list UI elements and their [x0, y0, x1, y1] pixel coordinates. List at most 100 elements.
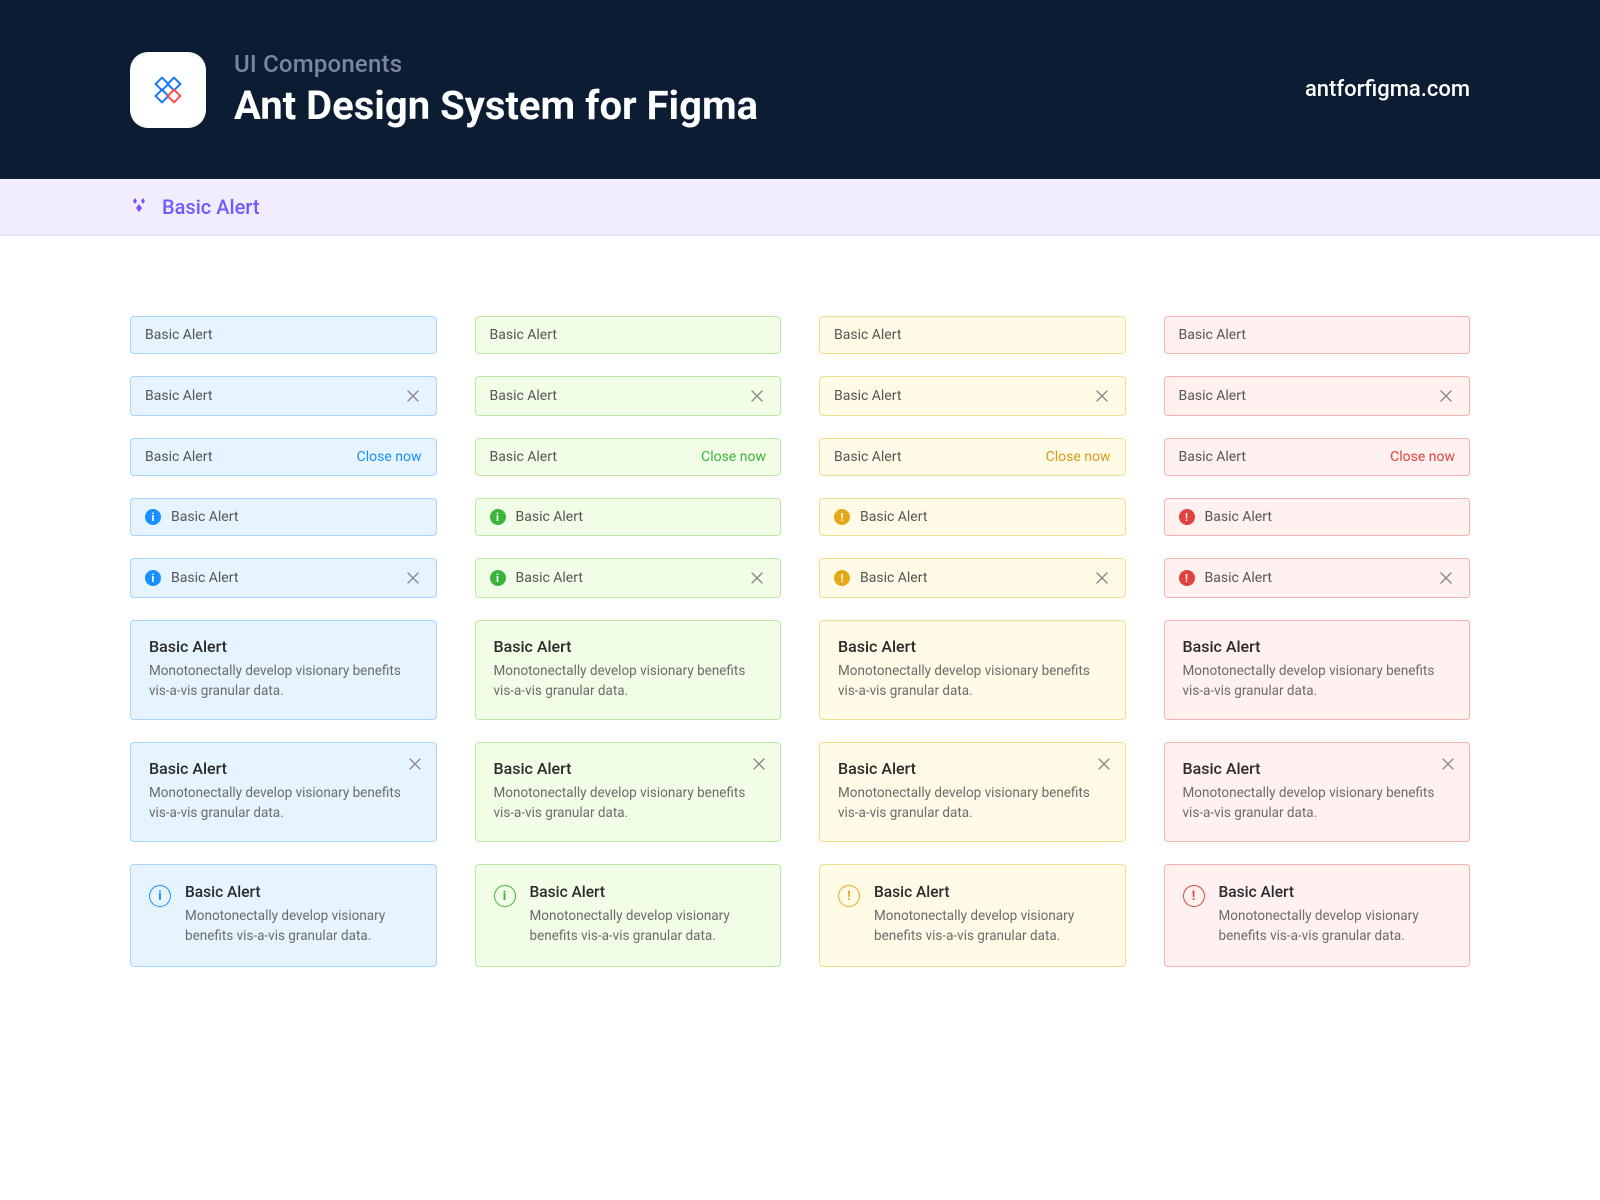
alert-warning-plain: Basic Alert — [819, 316, 1126, 354]
warning-status-outline-icon: ! — [838, 885, 860, 907]
alert-warning-closable_x: Basic Alert — [819, 376, 1126, 416]
close-icon[interactable] — [404, 569, 422, 587]
alert-warning-icon_closable_x: !Basic Alert — [819, 558, 1126, 598]
alert-description: Monotonectally develop visionary benefit… — [149, 784, 418, 823]
alert-success-big_icon_description: i Basic Alert Monotonectally develop visio… — [475, 864, 782, 967]
alert-error-plain: Basic Alert — [1164, 316, 1471, 354]
alert-text: Basic Alert — [1179, 388, 1438, 404]
alert-info-closable_x: Basic Alert — [130, 376, 437, 416]
success-status-icon: i — [490, 570, 506, 586]
alert-text: Basic Alert — [171, 570, 404, 586]
close-icon[interactable] — [1437, 569, 1455, 587]
alert-warning-icon: !Basic Alert — [819, 498, 1126, 536]
alert-text: Basic Alert — [834, 449, 1046, 465]
alert-description: Monotonectally develop visionary benefit… — [149, 662, 418, 701]
close-icon[interactable] — [1437, 387, 1455, 405]
alert-content: Basic Alert Monotonectally develop vision… — [1219, 883, 1452, 946]
alert-text: Basic Alert — [860, 570, 1093, 586]
alert-title: Basic Alert — [838, 637, 1107, 656]
alert-error-big_icon_description: ! Basic Alert Monotonectally develop visio… — [1164, 864, 1471, 967]
success-status-icon: i — [490, 509, 506, 525]
app-logo — [130, 52, 206, 128]
logo-diamonds-icon — [148, 70, 188, 110]
alert-title: Basic Alert — [530, 883, 763, 901]
alert-description: Monotonectally develop visionary benefit… — [838, 662, 1107, 701]
alert-info-icon: iBasic Alert — [130, 498, 437, 536]
section-ribbon: Basic Alert — [0, 179, 1600, 236]
alert-title: Basic Alert — [1219, 883, 1452, 901]
close-now-link[interactable]: Close now — [357, 449, 422, 465]
alert-description: Monotonectally develop visionary benefit… — [1183, 662, 1452, 701]
alert-content: Basic AlertMonotonectally develop vision… — [874, 883, 1107, 946]
alert-info-plain: Basic Alert — [130, 316, 437, 354]
alert-title: Basic Alert — [874, 883, 1107, 901]
alert-title: Basic Alert — [149, 759, 418, 778]
alert-text: Basic Alert — [860, 509, 1111, 525]
alert-description: Monotonectally develop visionary benefit… — [494, 662, 763, 701]
close-icon[interactable] — [1093, 569, 1111, 587]
alert-warning-closable_text: Basic AlertClose now — [819, 438, 1126, 476]
alert-info-closable_text: Basic AlertClose now — [130, 438, 437, 476]
alert-info-big_icon_description: iBasic AlertMonotonectally develop visio… — [130, 864, 437, 967]
alert-text: Basic Alert — [171, 509, 422, 525]
site-link[interactable]: antforfigma.com — [1305, 77, 1470, 102]
alert-title: Basic Alert — [1183, 759, 1452, 778]
info-status-icon: i — [145, 570, 161, 586]
alert-success-icon_closable_x: iBasic Alert — [475, 558, 782, 598]
close-icon[interactable] — [748, 569, 766, 587]
close-icon[interactable] — [750, 755, 768, 773]
alert-success-icon: iBasic Alert — [475, 498, 782, 536]
close-icon[interactable] — [748, 387, 766, 405]
alert-error-closable_x: Basic Alert — [1164, 376, 1471, 416]
alert-error-closable_text: Basic AlertClose now — [1164, 438, 1471, 476]
error-status-icon: ! — [1179, 509, 1195, 525]
alert-warning-description: Basic Alert Monotonectally develop vision… — [819, 620, 1126, 720]
close-icon[interactable] — [404, 387, 422, 405]
alert-warning-big_icon_description: ! Basic AlertMonotonectally develop visio… — [819, 864, 1126, 967]
alert-title: Basic Alert — [494, 637, 763, 656]
alert-text: Basic Alert — [834, 327, 1111, 343]
alert-content: Basic Alert Monotonectally develop vision… — [530, 883, 763, 946]
close-now-link[interactable]: Close now — [1390, 449, 1455, 465]
alert-text: Basic Alert — [145, 449, 357, 465]
alert-text: Basic Alert — [834, 388, 1093, 404]
close-icon[interactable] — [1439, 755, 1457, 773]
alert-success-description_closable_x: Basic AlertMonotonectally develop vision… — [475, 742, 782, 842]
close-now-link[interactable]: Close now — [701, 449, 766, 465]
alerts-grid: Basic AlertBasic AlertBasic AlertBasic A… — [130, 316, 1470, 967]
success-status-outline-icon: i — [494, 885, 516, 907]
alert-error-icon_closable_x: ! Basic Alert — [1164, 558, 1471, 598]
hero-titles: UI Components Ant Design System for Figm… — [234, 50, 758, 129]
alert-success-plain: Basic Alert — [475, 316, 782, 354]
alert-info-description: Basic AlertMonotonectally develop vision… — [130, 620, 437, 720]
alert-success-closable_text: Basic AlertClose now — [475, 438, 782, 476]
alert-success-closable_x: Basic Alert — [475, 376, 782, 416]
alert-text: Basic Alert — [490, 449, 702, 465]
hero-left: UI Components Ant Design System for Figm… — [130, 50, 758, 129]
alert-error-description: Basic Alert Monotonectally develop vision… — [1164, 620, 1471, 720]
close-icon[interactable] — [406, 755, 424, 773]
alert-title: Basic Alert — [494, 759, 763, 778]
alert-text: Basic Alert — [1205, 509, 1456, 525]
close-now-link[interactable]: Close now — [1046, 449, 1111, 465]
close-icon[interactable] — [1093, 387, 1111, 405]
error-status-icon: ! — [1179, 570, 1195, 586]
sparkle-icon — [130, 198, 148, 216]
error-status-outline-icon: ! — [1183, 885, 1205, 907]
alert-text: Basic Alert — [1205, 570, 1438, 586]
alert-description: Monotonectally develop visionary benefit… — [185, 907, 418, 946]
close-icon[interactable] — [1095, 755, 1113, 773]
alert-text: Basic Alert — [1179, 449, 1391, 465]
alert-info-icon_closable_x: i Basic Alert — [130, 558, 437, 598]
alert-text: Basic Alert — [1179, 327, 1456, 343]
alert-description: Monotonectally develop visionary benefit… — [530, 907, 763, 946]
alert-error-icon: ! Basic Alert — [1164, 498, 1471, 536]
alert-warning-description_closable_x: Basic Alert Monotonectally develop vision… — [819, 742, 1126, 842]
alert-description: Monotonectally develop visionary benefit… — [838, 784, 1107, 823]
alert-title: Basic Alert — [1183, 637, 1452, 656]
alert-info-description_closable_x: Basic Alert Monotonectally develop vision… — [130, 742, 437, 842]
alert-title: Basic Alert — [838, 759, 1107, 778]
section-title: Basic Alert — [162, 195, 260, 219]
alert-content: Basic AlertMonotonectally develop vision… — [185, 883, 418, 946]
alert-description: Monotonectally develop visionary benefit… — [1219, 907, 1452, 946]
